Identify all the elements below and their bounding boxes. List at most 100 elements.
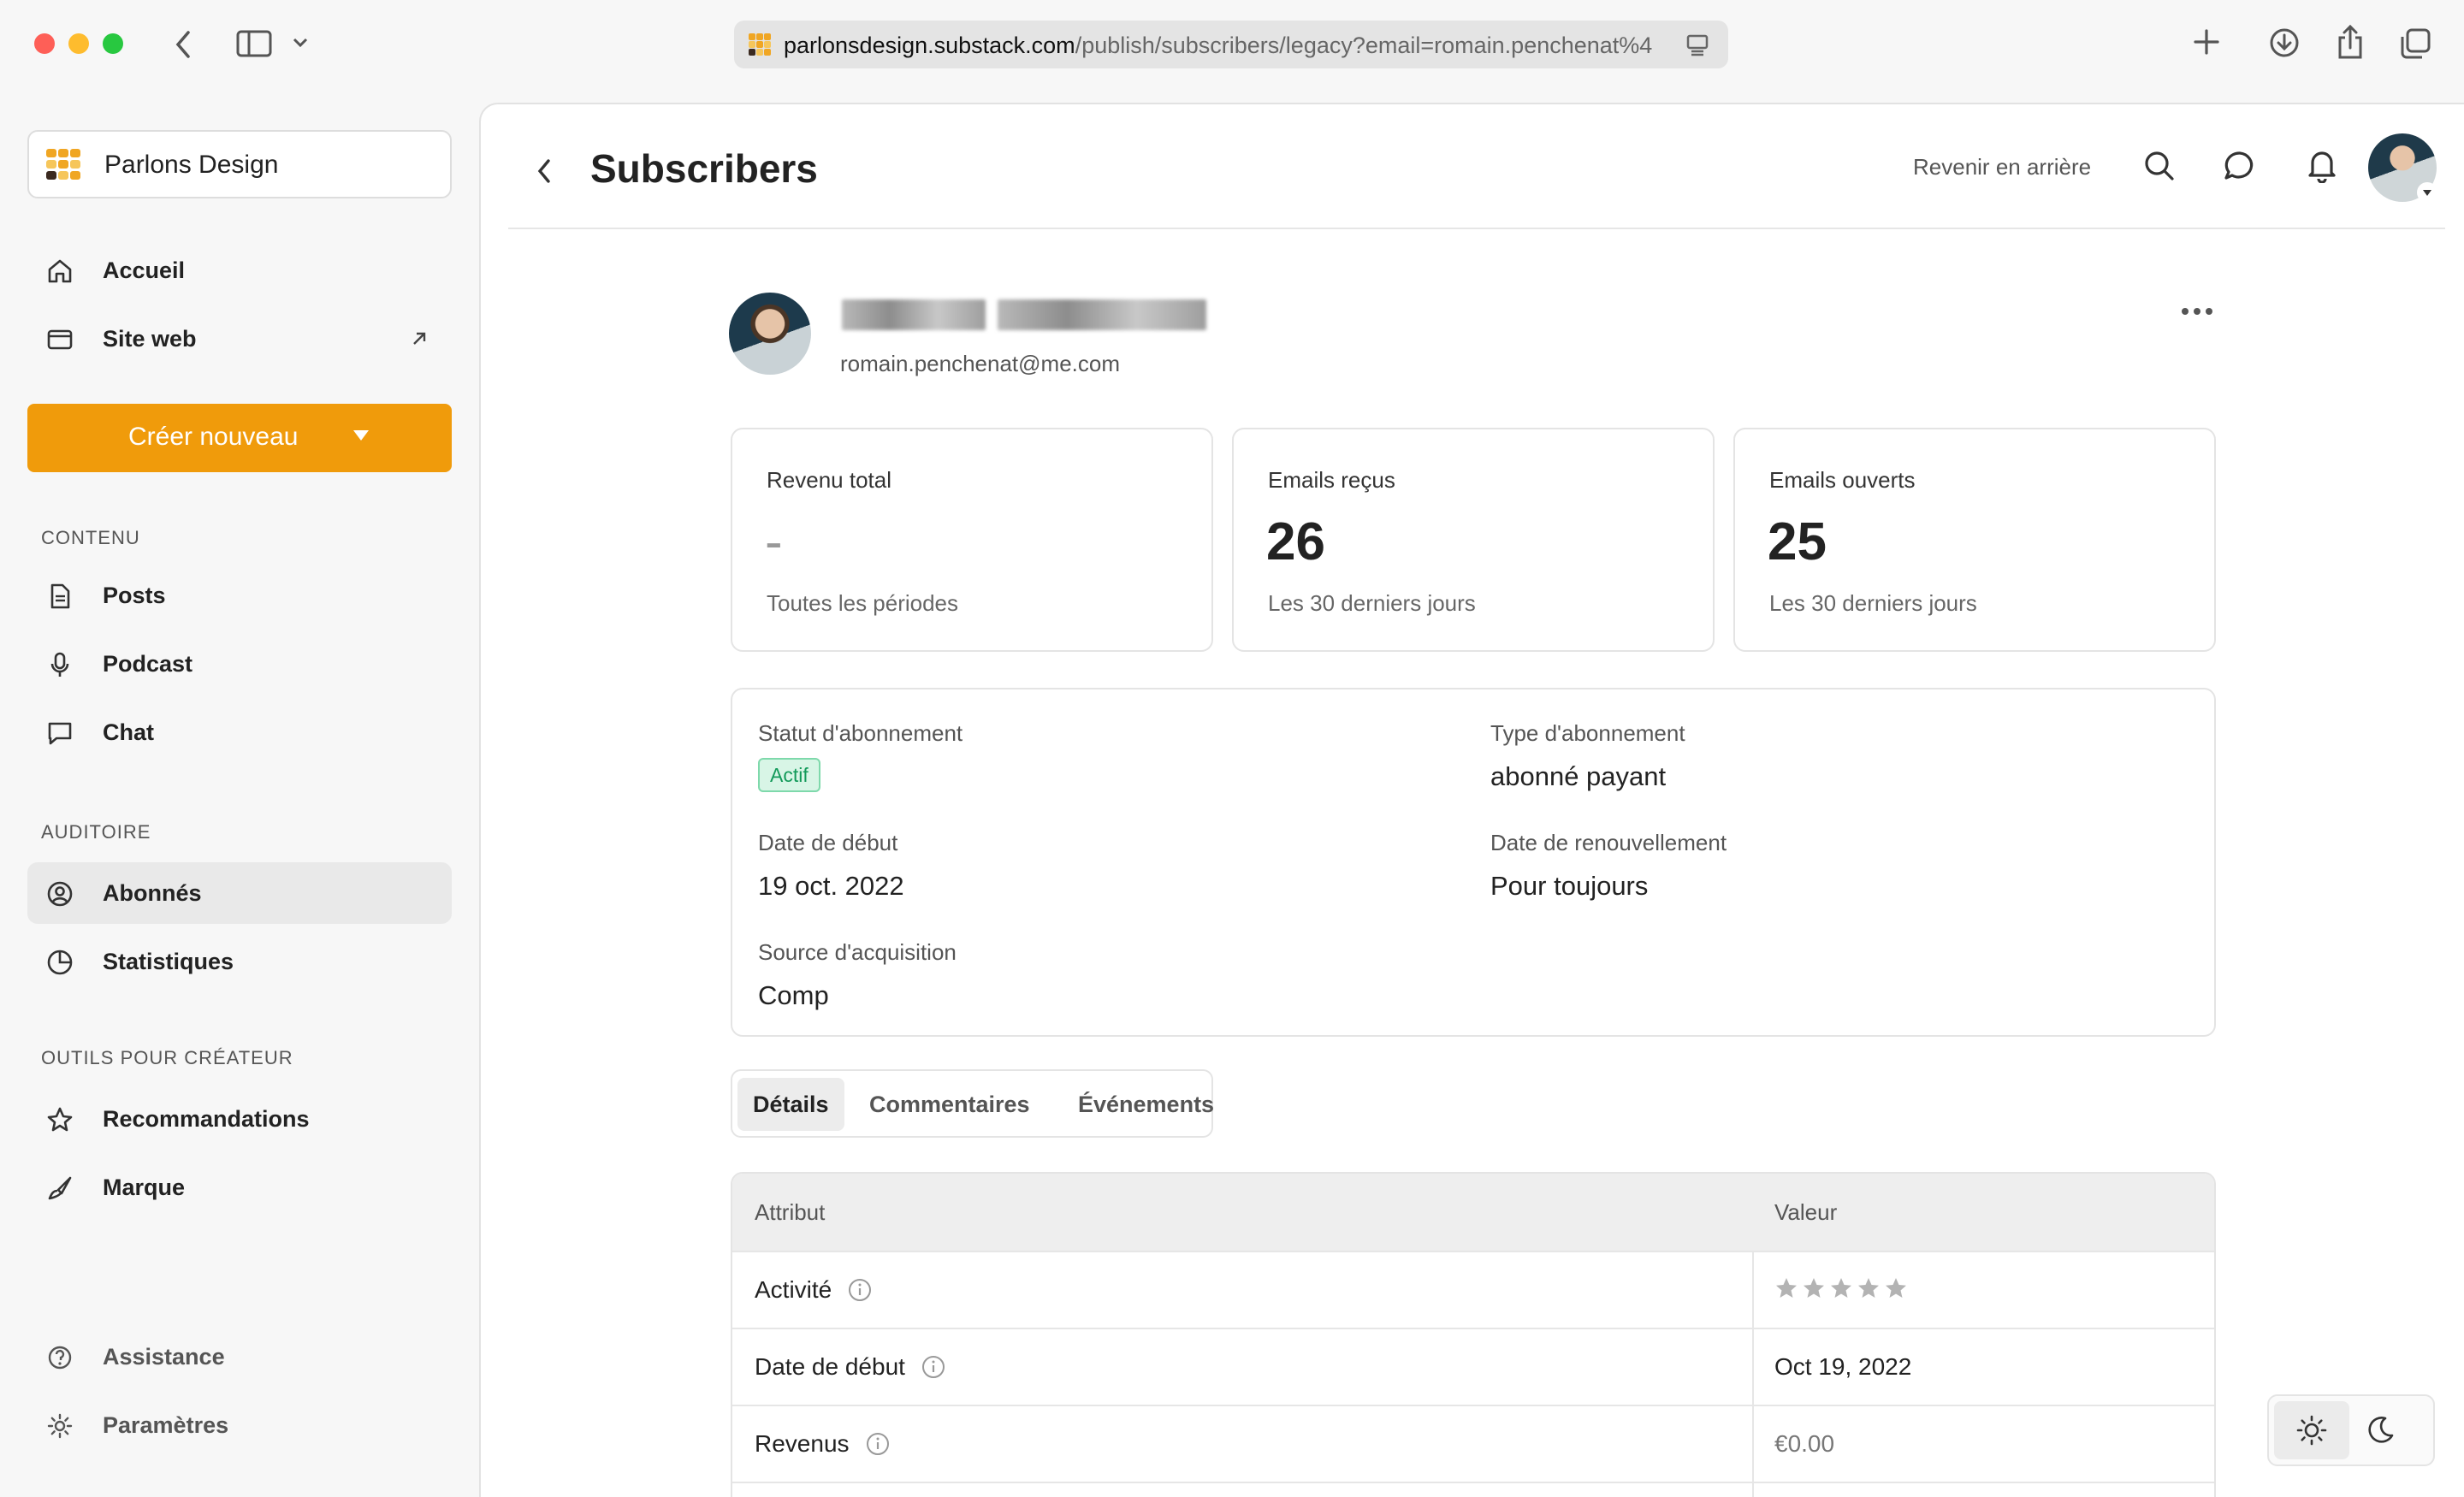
start-date-label: Date de début bbox=[758, 830, 898, 855]
light-mode-button[interactable] bbox=[2274, 1401, 2349, 1459]
info-icon[interactable] bbox=[921, 1354, 946, 1380]
stat-card-emails-recus: Emails reçus 26 Les 30 derniers jours bbox=[1232, 428, 1715, 652]
browser-toolbar: parlonsdesign.substack.com/publish/subsc… bbox=[0, 0, 2464, 94]
sidebar-item-marque[interactable]: Marque bbox=[27, 1157, 452, 1218]
sidebar-item-label: Podcast bbox=[103, 651, 193, 677]
status-label: Statut d'abonnement bbox=[758, 720, 963, 746]
status-badge: Actif bbox=[758, 758, 820, 792]
search-icon[interactable] bbox=[2142, 149, 2177, 183]
sidebar-item-abonnes[interactable]: Abonnés bbox=[27, 862, 452, 924]
chat-bubble-icon bbox=[46, 719, 74, 747]
stat-card-emails-ouverts: Emails ouverts 25 Les 30 derniers jours bbox=[1733, 428, 2216, 652]
sidebar-item-label: Accueil bbox=[103, 257, 186, 283]
sidebar-item-statistiques[interactable]: Statistiques bbox=[27, 931, 452, 992]
header-divider bbox=[508, 228, 2445, 229]
table-row: Date de début Oct 19, 2022 bbox=[732, 1328, 2214, 1405]
sidebar-item-label: Site web bbox=[103, 326, 197, 352]
redacted-last-name bbox=[998, 299, 1206, 330]
info-icon[interactable] bbox=[865, 1431, 891, 1457]
back-chevron-icon[interactable] bbox=[532, 156, 556, 186]
publication-switcher[interactable]: Parlons Design bbox=[27, 130, 452, 198]
back-arrow-icon[interactable] bbox=[171, 29, 195, 60]
sidebar: Parlons Design Accueil Site web Créer no… bbox=[0, 94, 479, 1497]
stat-label: Emails ouverts bbox=[1769, 467, 1916, 493]
table-header: Attribut Valeur bbox=[732, 1174, 2214, 1251]
user-circle-icon bbox=[46, 880, 74, 908]
reader-mode-icon[interactable] bbox=[1685, 33, 1709, 57]
chevron-down-icon[interactable] bbox=[293, 38, 308, 48]
sidebar-item-parametres[interactable]: Paramètres bbox=[27, 1394, 452, 1456]
attribute-value: €0.00 bbox=[1774, 1430, 1835, 1457]
table-row: Revenus €0.00 bbox=[732, 1405, 2214, 1482]
sidebar-item-label: Posts bbox=[103, 583, 166, 608]
sidebar-item-assistance[interactable]: Assistance bbox=[27, 1326, 452, 1388]
url-text: parlonsdesign.substack.com/publish/subsc… bbox=[784, 33, 1653, 58]
dark-mode-button[interactable] bbox=[2365, 1415, 2396, 1446]
tab-commentaires[interactable]: Commentaires bbox=[854, 1078, 1045, 1131]
revenir-link[interactable]: Revenir en arrière bbox=[1913, 154, 2091, 180]
sidebar-item-accueil[interactable]: Accueil bbox=[27, 240, 452, 301]
renewal-value: Pour toujours bbox=[1490, 871, 1649, 901]
table-row: Activité bbox=[732, 1251, 2214, 1328]
sidebar-item-chat[interactable]: Chat bbox=[27, 701, 452, 763]
stat-label: Revenu total bbox=[767, 467, 891, 493]
sidebar-item-label: Assistance bbox=[103, 1344, 225, 1370]
attribute-name: Date de début bbox=[755, 1353, 905, 1380]
stat-period: Les 30 derniers jours bbox=[1268, 590, 1476, 616]
brush-icon bbox=[46, 1175, 74, 1202]
activity-rating bbox=[1774, 1276, 1911, 1302]
external-link-arrow-icon bbox=[411, 330, 428, 347]
tab-evenements[interactable]: Événements bbox=[1063, 1078, 1229, 1131]
detail-tabs: Détails Commentaires Événements bbox=[731, 1069, 1214, 1138]
close-window-button[interactable] bbox=[34, 33, 55, 54]
notification-bell-icon[interactable] bbox=[2305, 147, 2339, 183]
tab-details[interactable]: Détails bbox=[737, 1078, 844, 1131]
create-new-button[interactable]: Créer nouveau bbox=[27, 404, 452, 472]
publication-name: Parlons Design bbox=[104, 151, 279, 179]
document-icon bbox=[46, 583, 74, 610]
section-heading-outils: OUTILS POUR CRÉATEUR bbox=[41, 1047, 293, 1068]
renewal-label: Date de renouvellement bbox=[1490, 830, 1727, 855]
home-icon bbox=[46, 257, 74, 285]
downloads-icon[interactable] bbox=[2269, 27, 2300, 58]
chat-icon[interactable] bbox=[2223, 149, 2257, 183]
sidebar-item-label: Abonnés bbox=[103, 880, 202, 906]
source-label: Source d'acquisition bbox=[758, 939, 957, 965]
page-title: Subscribers bbox=[590, 146, 818, 191]
sidebar-item-recommandations[interactable]: Recommandations bbox=[27, 1088, 452, 1150]
column-header-attribut: Attribut bbox=[755, 1199, 826, 1225]
caret-down-icon bbox=[352, 429, 370, 441]
sidebar-item-label: Marque bbox=[103, 1175, 186, 1200]
minimize-window-button[interactable] bbox=[68, 33, 89, 54]
site-favicon-icon bbox=[748, 33, 772, 56]
address-bar[interactable]: parlonsdesign.substack.com/publish/subsc… bbox=[734, 21, 1728, 68]
stat-value: - bbox=[765, 512, 783, 571]
more-options-icon[interactable] bbox=[2180, 306, 2214, 317]
new-tab-plus-icon[interactable] bbox=[2192, 27, 2221, 56]
redacted-first-name bbox=[842, 299, 986, 330]
help-circle-icon bbox=[46, 1344, 74, 1371]
theme-toggle bbox=[2267, 1394, 2435, 1466]
sun-icon bbox=[2296, 1415, 2327, 1446]
sidebar-item-site-web[interactable]: Site web bbox=[27, 308, 452, 370]
sidebar-item-label: Chat bbox=[103, 719, 154, 745]
subscriber-email: romain.penchenat@me.com bbox=[840, 351, 1120, 376]
sidebar-item-podcast[interactable]: Podcast bbox=[27, 633, 452, 695]
info-icon[interactable] bbox=[847, 1277, 873, 1303]
sidebar-toggle-icon[interactable] bbox=[236, 29, 272, 58]
moon-icon bbox=[2365, 1415, 2396, 1446]
sidebar-item-label: Recommandations bbox=[103, 1106, 310, 1132]
tab-overview-icon[interactable] bbox=[2399, 27, 2431, 60]
section-heading-contenu: CONTENU bbox=[41, 527, 140, 548]
stat-card-revenu: Revenu total - Toutes les périodes bbox=[731, 428, 1213, 652]
zoom-window-button[interactable] bbox=[103, 33, 123, 54]
stat-label: Emails reçus bbox=[1268, 467, 1395, 493]
pie-chart-icon bbox=[46, 949, 74, 976]
share-icon[interactable] bbox=[2336, 24, 2365, 60]
microphone-icon bbox=[46, 651, 74, 678]
sidebar-item-posts[interactable]: Posts bbox=[27, 565, 452, 626]
star-rating-icon bbox=[1776, 1278, 1906, 1298]
attribute-name: Revenus bbox=[755, 1430, 850, 1457]
stat-period: Toutes les périodes bbox=[767, 590, 959, 616]
attributes-table: Attribut Valeur Activité Date de début O… bbox=[731, 1172, 2216, 1497]
